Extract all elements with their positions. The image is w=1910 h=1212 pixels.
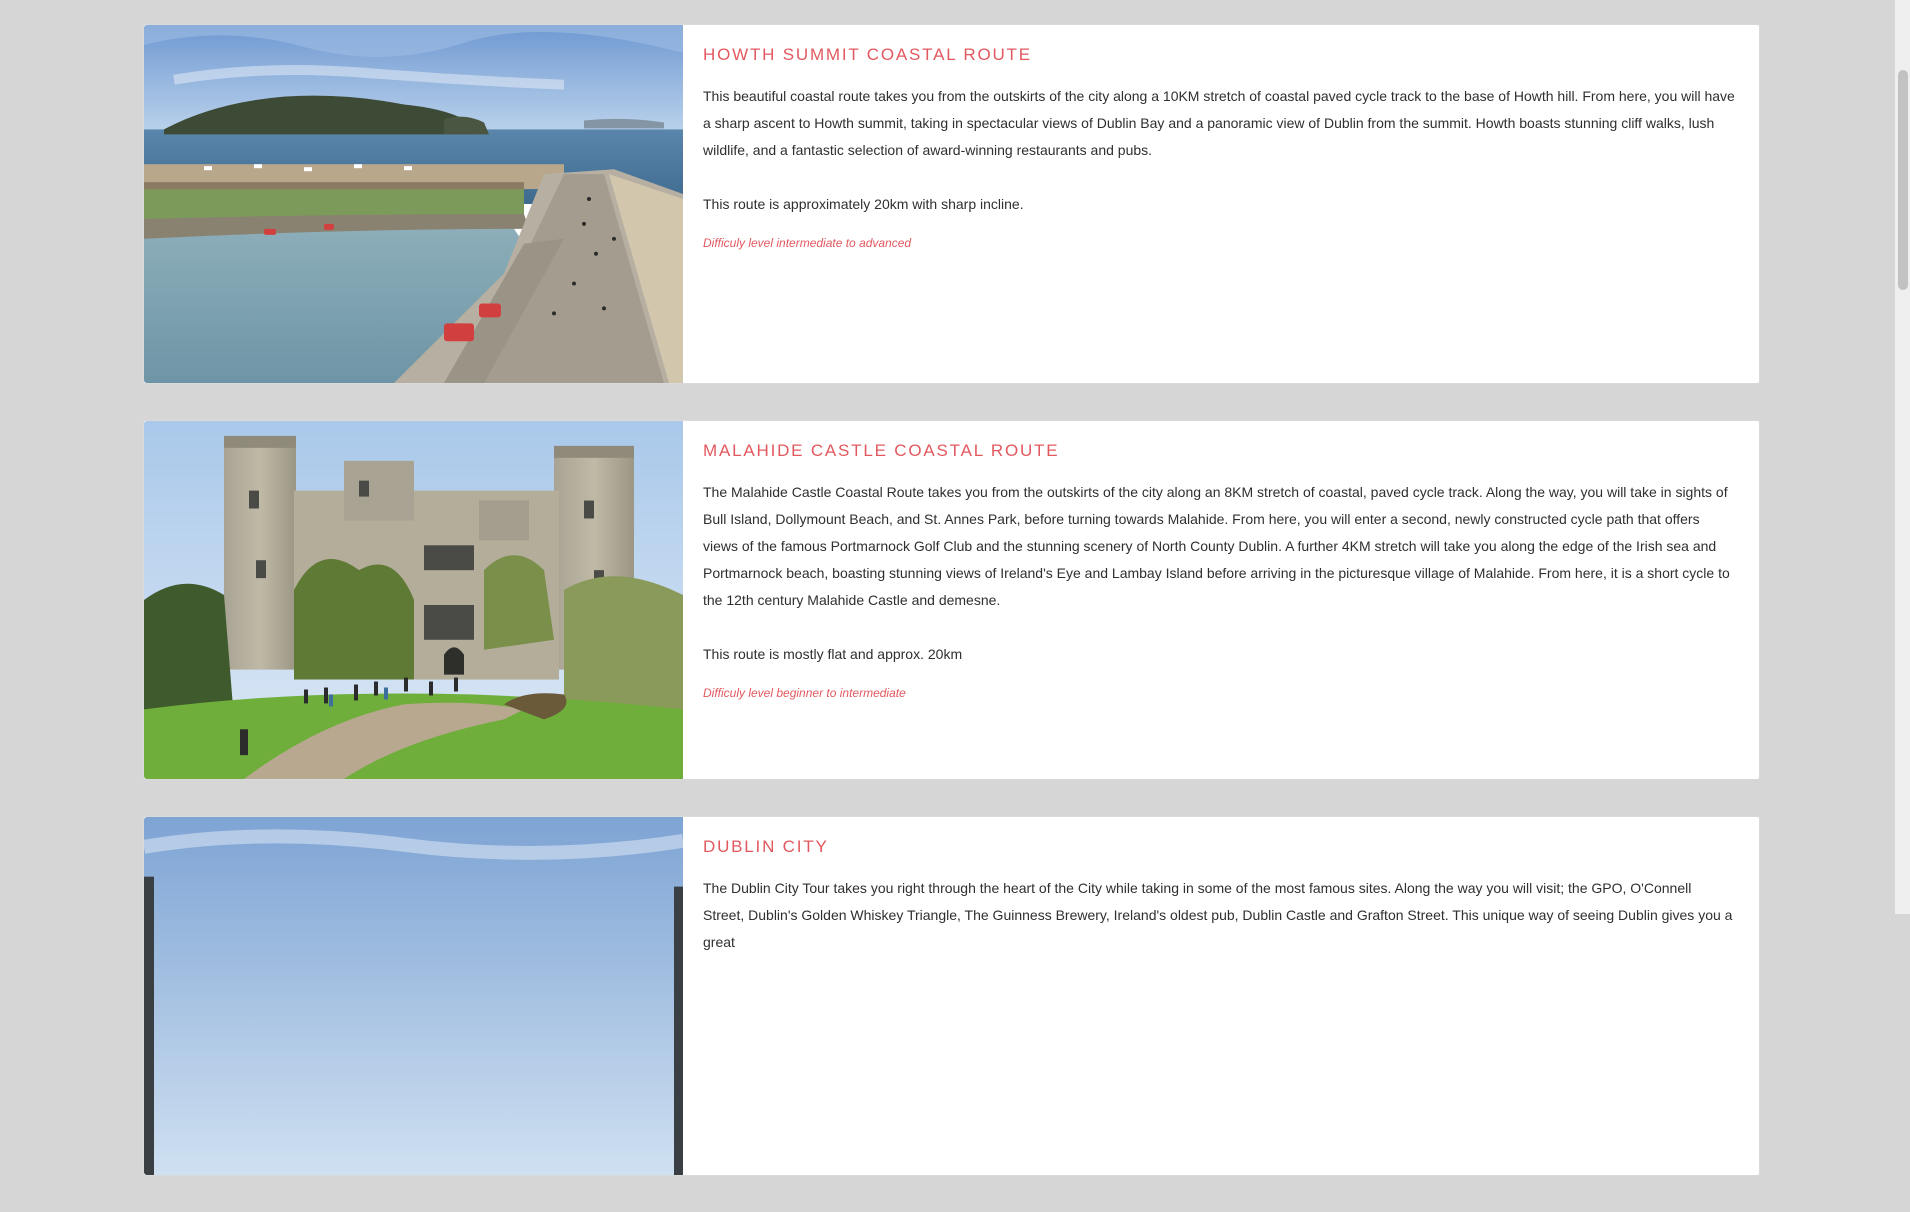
scrollbar[interactable] (1895, 0, 1910, 914)
route-title[interactable]: DUBLIN CITY (703, 837, 1735, 857)
howth-harbour-image (144, 25, 683, 383)
photo-dublin-city (144, 817, 683, 1175)
route-description: The Malahide Castle Coastal Route takes … (703, 484, 1730, 608)
route-card-dublin-city: DUBLIN CITY The Dublin City Tour takes y… (143, 816, 1760, 1176)
route-body-malahide: MALAHIDE CASTLE COASTAL ROUTE The Malahi… (683, 421, 1759, 779)
route-distance: This route is approximately 20km with sh… (703, 196, 1024, 212)
route-body-dublin-city: DUBLIN CITY The Dublin City Tour takes y… (683, 817, 1759, 1175)
route-distance: This route is mostly flat and approx. 20… (703, 646, 963, 662)
route-title[interactable]: MALAHIDE CASTLE COASTAL ROUTE (703, 441, 1735, 461)
photo-malahide-castle (144, 421, 683, 779)
photo-howth-harbour (144, 25, 683, 383)
malahide-castle-image (144, 421, 683, 779)
route-difficulty: Difficuly level intermediate to advanced (703, 236, 912, 250)
route-body-howth: HOWTH SUMMIT COASTAL ROUTE This beautifu… (683, 25, 1759, 383)
route-card-malahide: MALAHIDE CASTLE COASTAL ROUTE The Malahi… (143, 420, 1760, 780)
route-description: The Dublin City Tour takes you right thr… (703, 880, 1733, 950)
route-card-howth: HOWTH SUMMIT COASTAL ROUTE This beautifu… (143, 24, 1760, 384)
route-difficulty: Difficuly level beginner to intermediate (703, 686, 906, 700)
route-list: HOWTH SUMMIT COASTAL ROUTE This beautifu… (143, 24, 1760, 1212)
dublin-city-image (144, 817, 683, 1175)
route-title[interactable]: HOWTH SUMMIT COASTAL ROUTE (703, 45, 1735, 65)
scrollbar-thumb[interactable] (1898, 70, 1908, 290)
route-description: This beautiful coastal route takes you f… (703, 88, 1735, 158)
